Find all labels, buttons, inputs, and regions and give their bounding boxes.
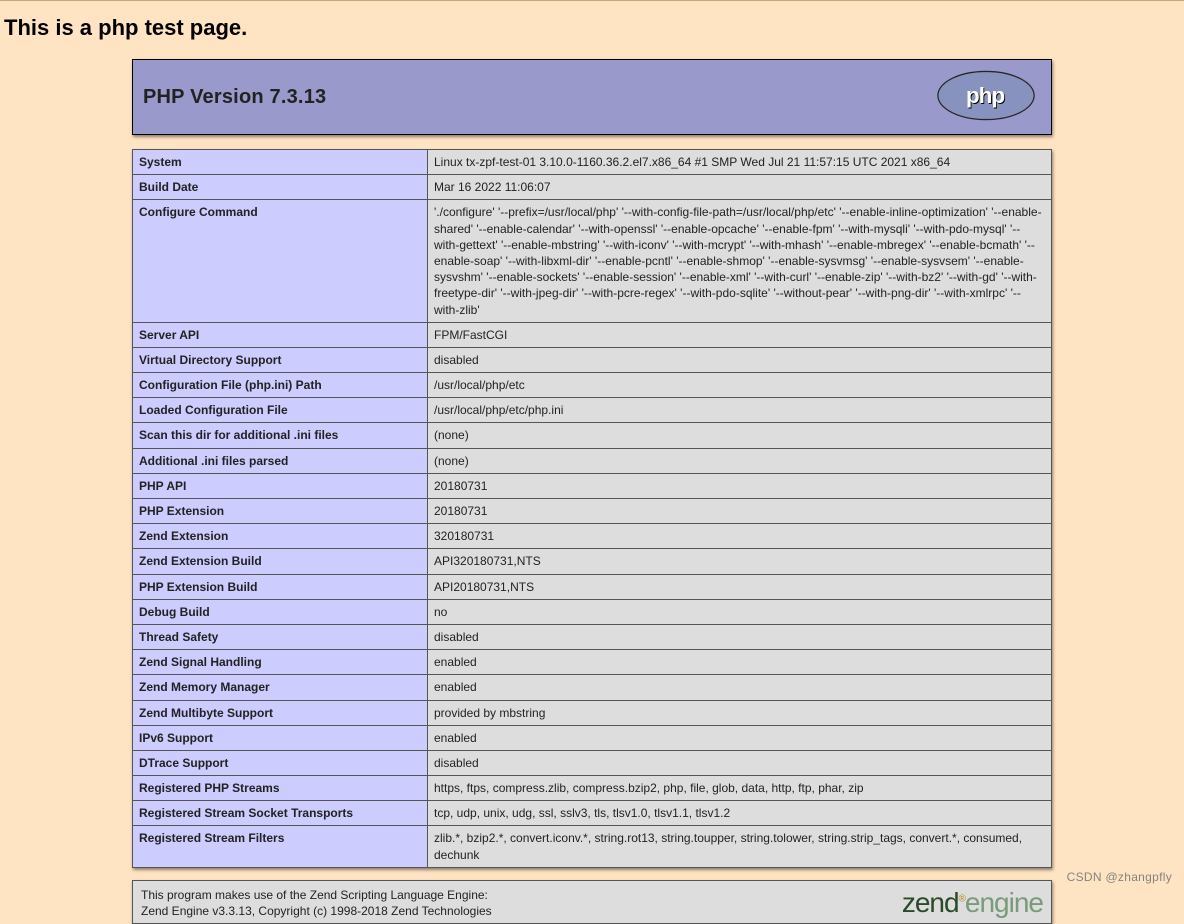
footer-line-1: This program makes use of the Zend Scrip… bbox=[141, 887, 492, 903]
table-row: Scan this dir for additional .ini files(… bbox=[133, 423, 1052, 448]
table-row: Zend Signal Handlingenabled bbox=[133, 650, 1052, 675]
info-key: Scan this dir for additional .ini files bbox=[133, 423, 428, 448]
zend-footer: This program makes use of the Zend Scrip… bbox=[132, 880, 1052, 924]
svg-text:php: php bbox=[966, 83, 1005, 108]
info-value: provided by mbstring bbox=[428, 700, 1052, 725]
info-value: /usr/local/php/etc/php.ini bbox=[428, 398, 1052, 423]
table-row: Configure Command'./configure' '--prefix… bbox=[133, 200, 1052, 322]
info-key: Virtual Directory Support bbox=[133, 347, 428, 372]
info-key: IPv6 Support bbox=[133, 725, 428, 750]
info-key: Registered Stream Filters bbox=[133, 826, 428, 867]
info-value: API320180731,NTS bbox=[428, 549, 1052, 574]
info-value: FPM/FastCGI bbox=[428, 322, 1052, 347]
footer-line-2: Zend Engine v3.3.13, Copyright (c) 1998-… bbox=[141, 903, 492, 919]
info-key: Build Date bbox=[133, 175, 428, 200]
table-row: Additional .ini files parsed(none) bbox=[133, 448, 1052, 473]
info-value: Linux tx-zpf-test-01 3.10.0-1160.36.2.el… bbox=[428, 150, 1052, 175]
table-row: Zend Extension BuildAPI320180731,NTS bbox=[133, 549, 1052, 574]
table-row: SystemLinux tx-zpf-test-01 3.10.0-1160.3… bbox=[133, 150, 1052, 175]
info-value: 20180731 bbox=[428, 473, 1052, 498]
info-value: /usr/local/php/etc bbox=[428, 373, 1052, 398]
info-key: Registered PHP Streams bbox=[133, 776, 428, 801]
info-value: API20180731,NTS bbox=[428, 574, 1052, 599]
info-key: Registered Stream Socket Transports bbox=[133, 801, 428, 826]
page-title: This is a php test page. bbox=[0, 1, 1184, 59]
info-value: disabled bbox=[428, 624, 1052, 649]
table-row: Registered Stream Socket Transportstcp, … bbox=[133, 801, 1052, 826]
zend-logo-icon: zend®engine bbox=[902, 887, 1043, 919]
info-key: PHP Extension bbox=[133, 499, 428, 524]
info-value: tcp, udp, unix, udg, ssl, sslv3, tls, tl… bbox=[428, 801, 1052, 826]
info-key: Zend Multibyte Support bbox=[133, 700, 428, 725]
info-key: Zend Extension bbox=[133, 524, 428, 549]
info-value: disabled bbox=[428, 347, 1052, 372]
info-key: Zend Signal Handling bbox=[133, 650, 428, 675]
table-row: PHP Extension BuildAPI20180731,NTS bbox=[133, 574, 1052, 599]
info-key: System bbox=[133, 150, 428, 175]
table-row: PHP API20180731 bbox=[133, 473, 1052, 498]
info-value: 320180731 bbox=[428, 524, 1052, 549]
table-row: Debug Buildno bbox=[133, 599, 1052, 624]
info-key: Thread Safety bbox=[133, 624, 428, 649]
info-key: Debug Build bbox=[133, 599, 428, 624]
info-key: DTrace Support bbox=[133, 750, 428, 775]
info-key: Configure Command bbox=[133, 200, 428, 322]
php-version-header: PHP Version 7.3.13 php php bbox=[132, 59, 1052, 135]
table-row: Thread Safetydisabled bbox=[133, 624, 1052, 649]
table-row: Zend Multibyte Supportprovided by mbstri… bbox=[133, 700, 1052, 725]
table-row: IPv6 Supportenabled bbox=[133, 725, 1052, 750]
info-value: https, ftps, compress.zlib, compress.bzi… bbox=[428, 776, 1052, 801]
table-row: Registered Stream Filterszlib.*, bzip2.*… bbox=[133, 826, 1052, 867]
info-key: Additional .ini files parsed bbox=[133, 448, 428, 473]
table-row: Registered PHP Streamshttps, ftps, compr… bbox=[133, 776, 1052, 801]
info-value: (none) bbox=[428, 448, 1052, 473]
info-key: Server API bbox=[133, 322, 428, 347]
info-key: PHP Extension Build bbox=[133, 574, 428, 599]
info-key: Zend Memory Manager bbox=[133, 675, 428, 700]
info-key: PHP API bbox=[133, 473, 428, 498]
info-key: Configuration File (php.ini) Path bbox=[133, 373, 428, 398]
php-version-title: PHP Version 7.3.13 bbox=[143, 86, 326, 109]
info-value: enabled bbox=[428, 725, 1052, 750]
watermark-text: CSDN @zhangpfly bbox=[1067, 870, 1172, 884]
info-value: Mar 16 2022 11:06:07 bbox=[428, 175, 1052, 200]
info-value: (none) bbox=[428, 423, 1052, 448]
table-row: Configuration File (php.ini) Path/usr/lo… bbox=[133, 373, 1052, 398]
table-row: Virtual Directory Supportdisabled bbox=[133, 347, 1052, 372]
info-value: enabled bbox=[428, 650, 1052, 675]
info-value: enabled bbox=[428, 675, 1052, 700]
info-value: disabled bbox=[428, 750, 1052, 775]
info-value: zlib.*, bzip2.*, convert.iconv.*, string… bbox=[428, 826, 1052, 867]
table-row: Zend Memory Managerenabled bbox=[133, 675, 1052, 700]
table-row: Loaded Configuration File/usr/local/php/… bbox=[133, 398, 1052, 423]
phpinfo-table: SystemLinux tx-zpf-test-01 3.10.0-1160.3… bbox=[132, 149, 1052, 868]
table-row: PHP Extension20180731 bbox=[133, 499, 1052, 524]
table-row: Zend Extension320180731 bbox=[133, 524, 1052, 549]
php-logo-icon: php php bbox=[931, 68, 1041, 126]
info-value: 20180731 bbox=[428, 499, 1052, 524]
info-value: './configure' '--prefix=/usr/local/php' … bbox=[428, 200, 1052, 322]
table-row: Build DateMar 16 2022 11:06:07 bbox=[133, 175, 1052, 200]
table-row: DTrace Supportdisabled bbox=[133, 750, 1052, 775]
info-key: Zend Extension Build bbox=[133, 549, 428, 574]
table-row: Server APIFPM/FastCGI bbox=[133, 322, 1052, 347]
info-value: no bbox=[428, 599, 1052, 624]
info-key: Loaded Configuration File bbox=[133, 398, 428, 423]
